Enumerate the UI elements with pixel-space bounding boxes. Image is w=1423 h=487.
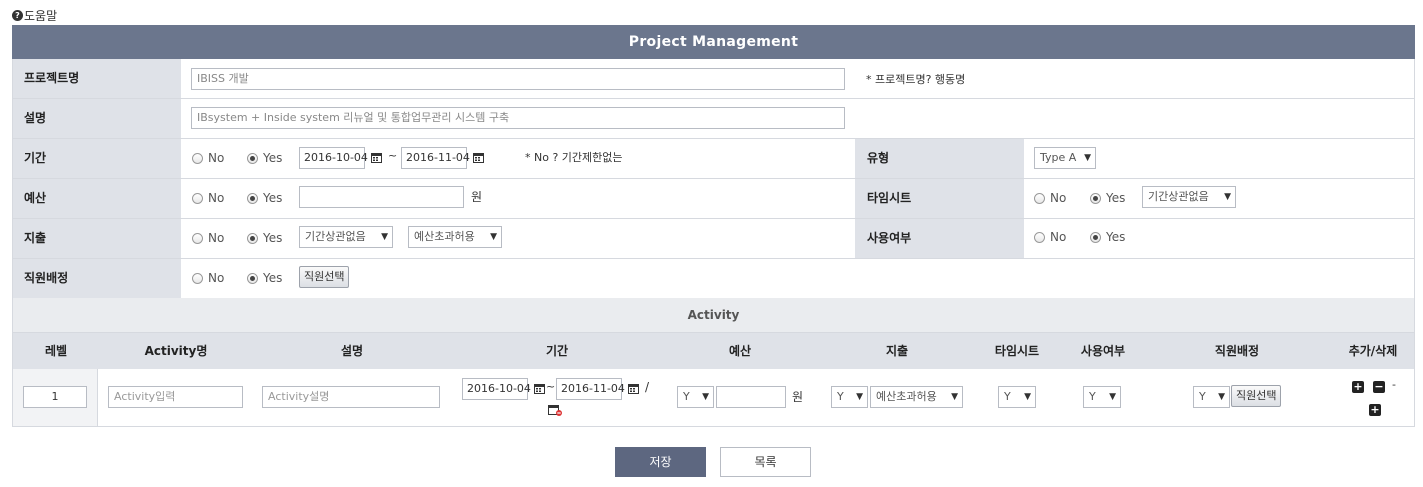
period-yes-radio[interactable]: Yes: [247, 151, 282, 165]
period-tilde: ~: [388, 149, 398, 162]
period-label: 기간: [13, 139, 181, 178]
period-start-date[interactable]: 2016-10-04: [299, 147, 368, 169]
budget-input[interactable]: [299, 186, 464, 208]
staff-select-button[interactable]: 직원선택: [299, 266, 350, 288]
dropdown-arrow-icon: ▼: [856, 392, 863, 402]
header-timesheet: 타임시트: [994, 344, 1040, 358]
dropdown-arrow-icon: ▼: [1084, 153, 1091, 163]
type-label: 유형: [855, 139, 1024, 178]
header-staff: 직원배정: [1214, 344, 1260, 358]
activity-header-row: 레벨 Activity명 설명 기간 예산 지출 타임시트 사용여부 직원배정 …: [12, 333, 1415, 369]
activity-title: Activity: [12, 298, 1415, 333]
staff-row: 직원배정 No Yes 직원선택: [12, 259, 1415, 299]
period-row: 기간 No Yes 2016-10-04 ~ 2016-11-04 * No ?…: [12, 139, 1415, 179]
header-budget: 예산: [728, 344, 752, 358]
list-button[interactable]: 목록: [720, 447, 811, 477]
dropdown-arrow-icon: ▼: [951, 392, 958, 402]
activity-slash: /: [645, 380, 650, 394]
header-period: 기간: [545, 344, 569, 358]
timesheet-yn-select[interactable]: Y ▼: [998, 386, 1036, 408]
plus-icon[interactable]: +: [1352, 381, 1364, 393]
usage-no-radio[interactable]: No: [1034, 230, 1066, 244]
activity-start-date[interactable]: 2016-10-04: [462, 378, 531, 400]
row-dash: -: [1392, 378, 1396, 391]
calendar-icon[interactable]: [473, 152, 484, 163]
expense-overrun-select[interactable]: 예산초과허용 ▼: [408, 226, 502, 248]
plus-sub-icon[interactable]: +: [1369, 404, 1381, 416]
activity-tilde: ~: [546, 380, 556, 393]
activity-row: 1 Activity입력 Activity설명 2016-10-04 ~ 201…: [12, 369, 1415, 427]
activity-budget-unit: 원: [792, 390, 804, 404]
dropdown-arrow-icon: ▼: [381, 232, 388, 242]
dropdown-arrow-icon: ▼: [1024, 392, 1031, 402]
timesheet-yes-radio[interactable]: Yes: [1090, 191, 1125, 205]
staff-no-radio[interactable]: No: [192, 271, 224, 285]
activity-end-date[interactable]: 2016-11-04: [556, 378, 625, 400]
dropdown-arrow-icon: ▼: [1224, 192, 1231, 202]
activity-staff-select-button[interactable]: 직원선택: [1231, 385, 1282, 407]
header-level: 레벨: [44, 344, 68, 358]
level-input[interactable]: 1: [23, 386, 87, 408]
header-add-delete: 추가/삭제: [1348, 344, 1398, 358]
project-name-row: 프로젝트명 IBISS 개발 * 프로젝트명? 행동명: [12, 59, 1415, 99]
activity-desc-input[interactable]: Activity설명: [262, 386, 440, 408]
save-button[interactable]: 저장: [615, 447, 706, 477]
period-no-radio[interactable]: No: [192, 151, 224, 165]
usage-yn-select[interactable]: Y ▼: [1083, 386, 1121, 408]
description-input[interactable]: IBsystem + Inside system 리뉴얼 및 통합업무관리 시스…: [191, 107, 845, 129]
timesheet-label: 타임시트: [855, 179, 1024, 218]
staff-yn-select[interactable]: Y ▼: [1193, 386, 1230, 408]
question-circle-icon: ?: [12, 9, 23, 21]
budget-unit: 원: [471, 190, 483, 204]
budget-label: 예산: [13, 179, 181, 218]
expense-label: 지출: [13, 219, 181, 258]
staff-yes-radio[interactable]: Yes: [247, 271, 282, 285]
activity-name-input[interactable]: Activity입력: [108, 386, 243, 408]
expense-yn-select[interactable]: Y ▼: [831, 386, 868, 408]
header-description: 설명: [340, 344, 364, 358]
expense-period-select[interactable]: 기간상관없음 ▼: [299, 226, 393, 248]
budget-yes-radio[interactable]: Yes: [247, 191, 282, 205]
help-link[interactable]: ? 도움말: [12, 7, 57, 23]
description-label: 설명: [13, 99, 181, 138]
header-activity-name: Activity명: [144, 344, 208, 358]
dropdown-arrow-icon: ▼: [490, 232, 497, 242]
staff-label: 직원배정: [13, 259, 181, 298]
calendar-icon[interactable]: [371, 152, 382, 163]
expense-row: 지출 No Yes 기간상관없음 ▼ 예산초과허용 ▼ 사용여부 No Yes: [12, 219, 1415, 259]
usage-yes-radio[interactable]: Yes: [1090, 230, 1125, 244]
dropdown-arrow-icon: ▼: [1109, 392, 1116, 402]
budget-yn-select[interactable]: Y ▼: [677, 386, 714, 408]
timesheet-no-radio[interactable]: No: [1034, 191, 1066, 205]
budget-no-radio[interactable]: No: [192, 191, 224, 205]
calendar-icon[interactable]: [534, 383, 545, 394]
description-row: 설명 IBsystem + Inside system 리뉴얼 및 통합업무관리…: [12, 99, 1415, 139]
header-expense: 지출: [885, 344, 909, 358]
budget-row: 예산 No Yes 원 타임시트 No Yes 기간상관없음 ▼: [12, 179, 1415, 219]
timesheet-select[interactable]: 기간상관없음 ▼: [1142, 186, 1236, 208]
project-name-input[interactable]: IBISS 개발: [191, 68, 845, 90]
header-usage: 사용여부: [1080, 344, 1126, 358]
project-name-note: * 프로젝트명? 행동명: [866, 73, 966, 86]
page-title: Project Management: [12, 25, 1415, 59]
period-note: * No ? 기간제한없는: [525, 151, 623, 164]
dropdown-arrow-icon: ▼: [702, 392, 709, 402]
period-end-date[interactable]: 2016-11-04: [401, 147, 470, 169]
project-name-label: 프로젝트명: [13, 59, 181, 98]
calendar-delete-icon[interactable]: [548, 404, 562, 416]
expense-overrun-select[interactable]: 예산초과허용 ▼: [870, 386, 963, 408]
calendar-icon[interactable]: [628, 383, 639, 394]
expense-yes-radio[interactable]: Yes: [247, 231, 282, 245]
activity-budget-input[interactable]: [716, 386, 786, 408]
expense-no-radio[interactable]: No: [192, 231, 224, 245]
usage-label: 사용여부: [855, 219, 1024, 258]
dropdown-arrow-icon: ▼: [1218, 392, 1225, 402]
type-select[interactable]: Type A ▼: [1034, 147, 1096, 169]
minus-icon[interactable]: −: [1373, 381, 1385, 393]
help-label: 도움말: [24, 8, 58, 23]
